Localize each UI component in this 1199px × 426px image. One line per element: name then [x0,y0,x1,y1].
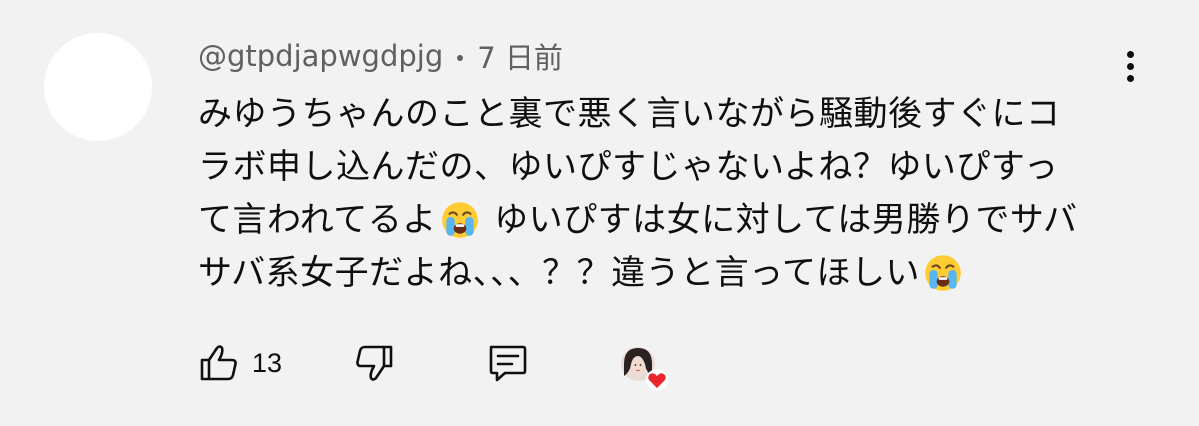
reply-button[interactable] [485,338,529,388]
comment-text-segment: ゆいぴすは女に対しては男勝りでサバ [482,200,1078,240]
timestamp[interactable]: 7 日前 [477,35,563,77]
comment-line: て言われてるよ ゆいぴすは女に対しては男勝りでサバ [198,194,1098,247]
thumbs-up-icon [200,345,237,381]
loudly-crying-face-emoji [441,201,478,238]
comment-line: サバ系女子だよね、、、？？違うと言ってほしい [198,247,1098,300]
comment-text-segment: サバ系女子だよね、、、？？違うと言ってほしい [198,253,920,293]
comment-header: @gtpdjapwgdpjg 7 日前 [198,36,563,76]
avatar[interactable] [44,33,152,141]
more-options-button[interactable] [1115,44,1145,88]
comment-text: みゆうちゃんのこと裏で悪く言いながら騒動後すぐにコ ラボ申し込んだの、ゆいぴすじ… [198,88,1098,300]
comment-text-segment: て言われてるよ [198,200,437,240]
vertical-ellipsis-icon [1126,50,1134,58]
comment-line: みゆうちゃんのこと裏で悪く言いながら騒動後すぐにコ [198,88,1098,141]
thumbs-down-icon [356,345,393,381]
vertical-ellipsis-dot [1126,74,1134,82]
loudly-crying-face-emoji [925,254,961,291]
comment-text-segment: みゆうちゃんのこと裏で悪く言いながら騒動後すぐにコ [198,94,1061,134]
dislike-button[interactable] [353,338,395,388]
reply-comment-icon [489,345,527,382]
like-button[interactable]: 13 [198,338,282,388]
creator-heart-icon[interactable] [616,342,672,394]
comment-line: ラボ申し込んだの、ゆいぴすじゃないよね？ゆいぴすっ [198,141,1098,194]
author-name[interactable]: @gtpdjapwgdpjg [198,39,443,73]
comment-text-segment: ラボ申し込んだの、ゆいぴすじゃないよね？ゆいぴすっ [198,147,1059,187]
separator-dot [457,55,464,61]
vertical-ellipsis-dot [1126,62,1134,70]
like-count: 13 [252,347,283,378]
